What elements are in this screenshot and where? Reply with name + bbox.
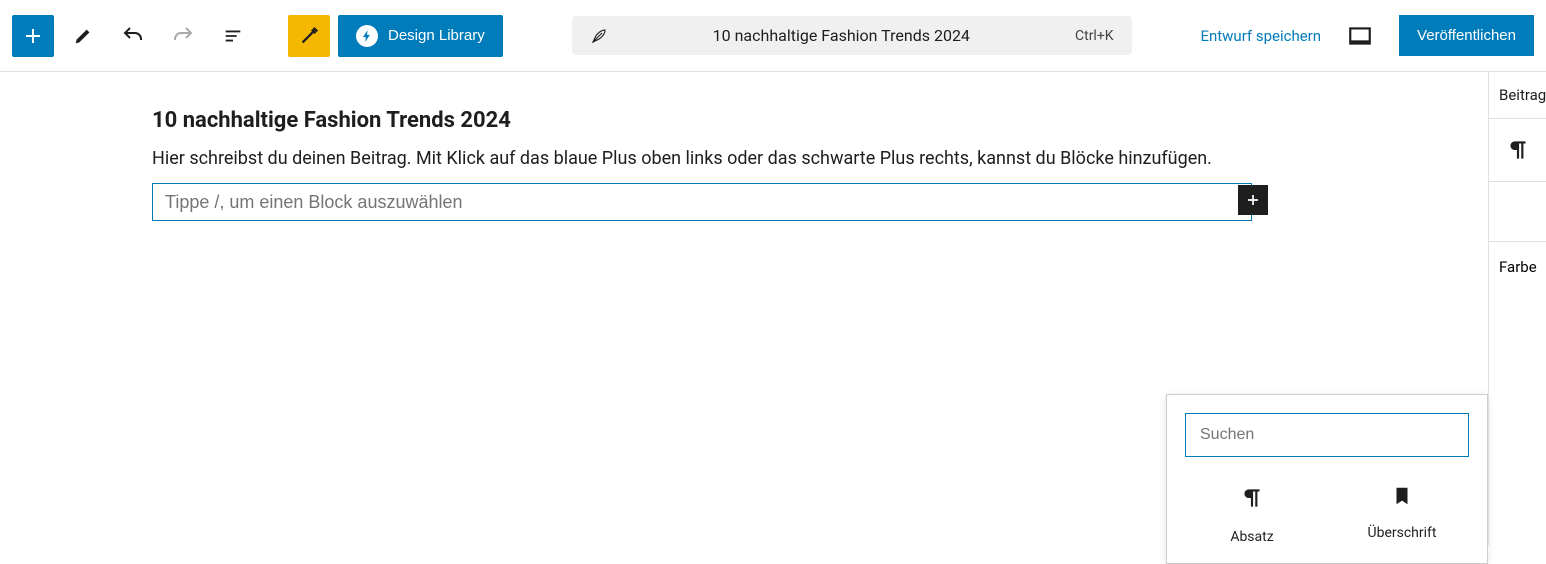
publish-button[interactable]: Veröffentlichen [1399, 15, 1534, 56]
redo-icon [171, 24, 195, 48]
top-toolbar: Design Library 10 nachhaltige Fashion Tr… [0, 0, 1546, 72]
empty-block [152, 183, 1252, 221]
ai-button[interactable] [288, 15, 330, 57]
feather-icon [590, 27, 608, 45]
inserter-block-label: Absatz [1230, 529, 1273, 545]
redo-button[interactable] [162, 15, 204, 57]
list-icon [222, 25, 244, 47]
sidebar-block-type[interactable] [1489, 119, 1546, 182]
pencil-icon [72, 25, 94, 47]
paragraph-icon [1505, 137, 1531, 163]
toolbar-right: Entwurf speichern Veröffentlichen [1200, 15, 1534, 57]
document-title-bar[interactable]: 10 nachhaltige Fashion Trends 2024 Ctrl+… [572, 16, 1132, 55]
post-title[interactable]: 10 nachhaltige Fashion Trends 2024 [152, 108, 1252, 133]
preview-button[interactable] [1339, 15, 1381, 57]
inserter-search-input[interactable] [1185, 413, 1469, 457]
inserter-block-paragraph[interactable]: Absatz [1197, 485, 1307, 545]
lightning-icon [356, 25, 378, 47]
save-draft-link[interactable]: Entwurf speichern [1200, 27, 1321, 45]
main-area: 10 nachhaltige Fashion Trends 2024 Hier … [0, 72, 1546, 546]
plus-icon [21, 24, 45, 48]
plus-icon [1243, 190, 1263, 210]
undo-button[interactable] [112, 15, 154, 57]
inserter-block-list: Absatz Überschrift [1185, 485, 1469, 545]
toolbar-center: 10 nachhaltige Fashion Trends 2024 Ctrl+… [503, 16, 1201, 55]
document-overview-button[interactable] [212, 15, 254, 57]
inserter-block-label: Überschrift [1368, 525, 1437, 541]
block-inserter-panel: Absatz Überschrift [1166, 394, 1488, 564]
block-input[interactable] [152, 183, 1252, 221]
undo-icon [121, 24, 145, 48]
bookmark-icon [1391, 485, 1413, 507]
add-block-button[interactable] [12, 15, 54, 57]
design-library-label: Design Library [388, 27, 485, 44]
wand-icon [298, 25, 320, 47]
edit-button[interactable] [62, 15, 104, 57]
post-paragraph[interactable]: Hier schreibst du deinen Beitrag. Mit Kl… [152, 143, 1252, 175]
desktop-icon [1347, 23, 1373, 49]
sidebar-section-color[interactable]: Farbe [1489, 242, 1546, 292]
inserter-block-heading[interactable]: Überschrift [1347, 485, 1457, 545]
design-library-button[interactable]: Design Library [338, 15, 503, 57]
document-title: 10 nachhaltige Fashion Trends 2024 [622, 26, 1061, 45]
settings-sidebar: Beitrag Farbe [1488, 72, 1546, 546]
sidebar-tab-post[interactable]: Beitrag [1489, 72, 1546, 119]
shortcut-label: Ctrl+K [1075, 28, 1114, 44]
toolbar-left: Design Library [12, 15, 503, 57]
editor-content: 10 nachhaltige Fashion Trends 2024 Hier … [152, 108, 1252, 221]
editor-canvas: 10 nachhaltige Fashion Trends 2024 Hier … [0, 72, 1488, 546]
inline-add-block-button[interactable] [1238, 185, 1268, 215]
paragraph-icon [1239, 485, 1265, 511]
